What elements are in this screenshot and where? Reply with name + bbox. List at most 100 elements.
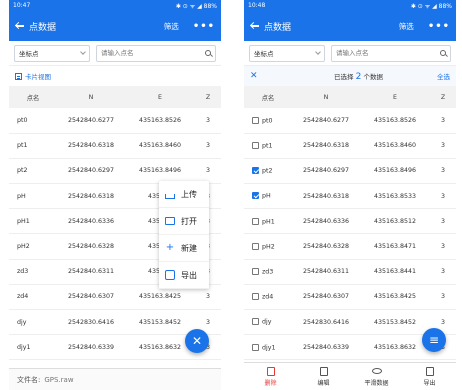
point-name: zd4 <box>262 293 274 301</box>
checkbox-icon[interactable] <box>252 318 259 326</box>
nav-label: 平滑数据 <box>364 379 389 387</box>
point-name: zd3 <box>262 268 274 276</box>
back-arrow-icon[interactable] <box>15 21 25 31</box>
cell-n: 2542840.6277 <box>57 108 125 134</box>
cell-point-name: zd3 <box>9 259 57 285</box>
checkbox-icon[interactable] <box>252 343 259 351</box>
status-bar: 10:47 ✱ ⊙ ᯤ ◢ 88% <box>9 0 221 11</box>
menu-item-label: 导出 <box>181 270 197 280</box>
column-header-z: Z <box>195 86 221 108</box>
fab-menu-button[interactable]: ≡ <box>422 328 446 352</box>
cell-n: 2542840.6297 <box>292 158 360 185</box>
cell-n: 2542840.6311 <box>292 259 360 285</box>
cell-n: 2542840.6311 <box>57 259 125 285</box>
selection-bar: ✕ 已选择 2 个数据 全选 <box>244 66 456 86</box>
cell-point-name: pH2 <box>244 233 292 260</box>
point-name: pH <box>17 192 26 200</box>
status-time: 10:47 <box>13 2 31 9</box>
cell-z: 3 <box>195 108 221 134</box>
cell-e: 435163.8441 <box>360 259 430 285</box>
close-selection-icon[interactable]: ✕ <box>250 71 280 81</box>
table-row[interactable]: zd3 2542840.6311 435163.8441 3 <box>244 259 456 285</box>
point-name: pt1 <box>262 142 273 150</box>
cell-point-name: zd3 <box>244 259 292 285</box>
point-name: djy1 <box>17 343 31 351</box>
cell-n: 2542840.6307 <box>57 284 125 311</box>
table-row[interactable]: zd4 2542840.6307 435163.8425 3 <box>244 284 456 311</box>
table-row[interactable]: pt1 2542840.6318 435163.8460 3 <box>9 133 221 159</box>
select-all-button[interactable]: 全选 <box>437 71 450 81</box>
point-type-select[interactable]: 坐标点 <box>14 44 90 62</box>
checkbox-icon[interactable] <box>252 116 259 124</box>
menu-item-new[interactable]: + 新建 <box>159 235 209 262</box>
column-header-e: E <box>125 86 195 108</box>
cell-n: 2542840.6318 <box>292 133 360 159</box>
more-menu-icon[interactable]: ••• <box>193 21 215 32</box>
checkbox-checked-icon[interactable] <box>252 192 259 200</box>
smooth-data-button[interactable]: 平滑数据 <box>350 363 403 390</box>
menu-item-label: 打开 <box>181 216 197 226</box>
delete-button[interactable]: 删除 <box>244 363 297 390</box>
search-icon[interactable] <box>205 50 211 56</box>
point-name: pt2 <box>17 167 28 175</box>
edit-button[interactable]: 编辑 <box>297 363 350 390</box>
selection-suffix: 个数据 <box>363 72 383 81</box>
folder-open-icon <box>165 217 175 225</box>
checkbox-icon[interactable] <box>252 293 259 301</box>
table-row[interactable]: pH1 2542840.6336 435163.8512 3 <box>244 208 456 235</box>
cell-z: 3 <box>430 108 456 134</box>
table-row[interactable]: pt2 2542840.6297 435163.8496 3 <box>9 158 221 185</box>
table-row[interactable]: pH2 2542840.6328 435163.8471 3 <box>244 233 456 260</box>
menu-item-open[interactable]: 打开 <box>159 208 209 235</box>
table-row[interactable]: pH 2542840.6318 435163.8533 3 <box>244 183 456 210</box>
column-header-name: 点名 <box>244 86 292 108</box>
checkbox-icon[interactable] <box>252 267 259 275</box>
export-button[interactable]: 导出 <box>403 363 456 390</box>
table-row[interactable]: pt0 2542840.6277 435163.8526 3 <box>244 108 456 134</box>
cell-e: 435163.8460 <box>360 133 430 159</box>
cell-e: 435163.8526 <box>125 108 195 134</box>
file-name: GPS.raw <box>44 375 74 384</box>
cell-z: 3 <box>430 183 456 210</box>
point-type-select[interactable]: 坐标点 <box>249 44 325 62</box>
menu-item-upload[interactable]: 上传 <box>159 181 209 208</box>
menu-item-export[interactable]: 导出 <box>159 262 209 289</box>
nav-label: 删除 <box>264 379 277 387</box>
page-title: 点数据 <box>264 22 292 33</box>
app-bar: 点数据 筛选 ••• <box>9 11 221 41</box>
cell-z: 3 <box>430 208 456 235</box>
checkbox-icon[interactable] <box>252 217 259 225</box>
cell-point-name: pt1 <box>9 133 57 159</box>
filter-button[interactable]: 筛选 <box>164 21 179 32</box>
checkbox-checked-icon[interactable] <box>252 167 259 175</box>
table-row[interactable]: pt1 2542840.6318 435163.8460 3 <box>244 133 456 159</box>
checkbox-icon[interactable] <box>252 242 259 250</box>
cell-z: 3 <box>430 284 456 311</box>
table-row[interactable]: pt0 2542840.6277 435163.8526 3 <box>9 108 221 134</box>
checkbox-icon[interactable] <box>252 142 259 150</box>
cell-z: 3 <box>195 133 221 159</box>
cell-point-name: zd4 <box>244 284 292 311</box>
page-title: 点数据 <box>29 22 57 33</box>
cell-point-name: pt2 <box>244 158 292 185</box>
card-view-toggle[interactable]: 卡片视图 <box>9 66 221 86</box>
cell-n: 2542840.6336 <box>57 208 125 235</box>
cell-e: 435163.8471 <box>360 233 430 260</box>
search-icon[interactable] <box>440 50 446 56</box>
point-name: djy <box>262 318 272 326</box>
back-arrow-icon[interactable] <box>250 21 260 31</box>
fab-close-button[interactable]: ✕ <box>185 329 209 353</box>
cell-point-name: djy1 <box>244 334 292 361</box>
nav-label: 导出 <box>423 379 436 387</box>
search-input[interactable] <box>336 49 416 57</box>
cell-z: 3 <box>430 259 456 285</box>
more-menu-icon[interactable]: ••• <box>428 21 450 32</box>
table-row[interactable]: pt2 2542840.6297 435163.8496 3 <box>244 158 456 185</box>
phone-screen-right: 10:48 ✱ ⊙ ᯤ ◢ 88% 点数据 筛选 ••• 坐标点 ✕ 已选择 2… <box>244 0 456 390</box>
search-input[interactable] <box>101 49 181 57</box>
cell-z: 3 <box>430 133 456 159</box>
point-name: djy1 <box>262 344 276 352</box>
point-name: pH1 <box>262 218 275 226</box>
cell-e: 435163.8533 <box>360 183 430 210</box>
filter-button[interactable]: 筛选 <box>399 21 414 32</box>
